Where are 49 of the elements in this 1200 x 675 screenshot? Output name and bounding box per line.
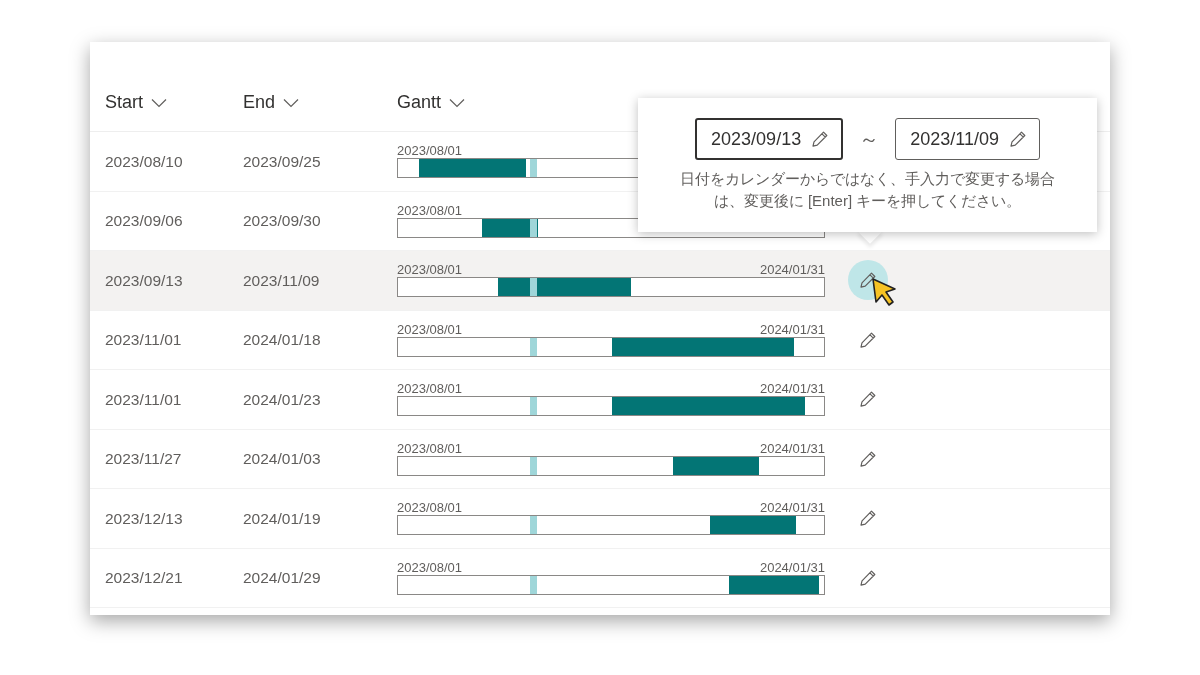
range-start-label: 2023/08/01 <box>397 560 463 575</box>
table-cell-text: 2024/01/18 <box>243 330 322 351</box>
table-cell-text: 2024/01/03 <box>243 449 322 470</box>
table-cell-text: 2023/09/13 <box>104 270 184 291</box>
help-text: 日付をカレンダーからではなく、手入力で変更する場合は、変更後に [Enter] キーを押してください。 <box>679 169 1056 211</box>
table-cell-text: 2023/09/25 <box>243 151 322 172</box>
range-start-label: 2023/08/01 <box>397 263 463 278</box>
table-cell-text: 2023/12/13 <box>104 508 184 529</box>
pencil-icon <box>859 330 877 349</box>
range-start-label: 2023/08/01 <box>397 203 463 218</box>
pencil-icon <box>859 449 877 468</box>
table-cell-text: 2023/08/10 <box>104 151 184 172</box>
range-end-label: 2024/01/31 <box>759 263 825 278</box>
table-cell-text: 2023/11/01 <box>104 330 183 351</box>
column-header[interactable]: End <box>243 89 276 116</box>
range-end-label: 2024/01/31 <box>759 560 825 575</box>
table-cell-text: 2023/12/21 <box>104 568 184 589</box>
pencil-icon <box>859 509 877 528</box>
range-end-label: 2024/01/31 <box>759 382 825 397</box>
gantt-bar <box>481 218 538 237</box>
chevron-down-icon[interactable] <box>283 97 300 108</box>
column-header[interactable]: Start <box>105 89 143 116</box>
range-end-label: 2024/01/31 <box>759 501 825 516</box>
pencil-icon <box>859 390 877 409</box>
pencil-icon <box>1008 130 1027 148</box>
table-cell-text: 2024/01/29 <box>243 568 322 589</box>
separator-text: ～ <box>859 127 880 152</box>
date-field[interactable]: 2023/09/13 <box>695 118 844 160</box>
table-cell-text: 2023/09/06 <box>104 211 184 232</box>
date-field[interactable]: 2023/11/09 <box>895 118 1040 160</box>
range-start-label: 2023/08/01 <box>397 441 463 456</box>
range-end-label: 2024/01/31 <box>759 322 825 337</box>
range-start-label: 2023/08/01 <box>397 382 463 397</box>
pencil-icon <box>811 130 830 148</box>
pencil-icon <box>859 271 877 290</box>
table-cell-text: 2023/09/30 <box>243 211 322 232</box>
pencil-icon <box>859 568 877 587</box>
table-cell-text: 2023/11/01 <box>104 389 183 410</box>
range-start-label: 2023/08/01 <box>397 501 463 516</box>
range-start-label: 2023/08/01 <box>397 144 463 159</box>
range-start-label: 2023/08/01 <box>397 322 463 337</box>
chevron-down-icon[interactable] <box>449 97 466 108</box>
table-cell-text: 2024/01/19 <box>243 508 322 529</box>
table-cell-text: 2024/01/23 <box>243 389 322 410</box>
column-header[interactable]: Gantt <box>397 89 442 116</box>
table-cell-text: 2023/11/27 <box>104 449 183 470</box>
chevron-down-icon[interactable] <box>151 97 167 108</box>
table-cell-text: 2023/11/09 <box>243 270 321 291</box>
range-end-label: 2024/01/31 <box>759 441 825 456</box>
